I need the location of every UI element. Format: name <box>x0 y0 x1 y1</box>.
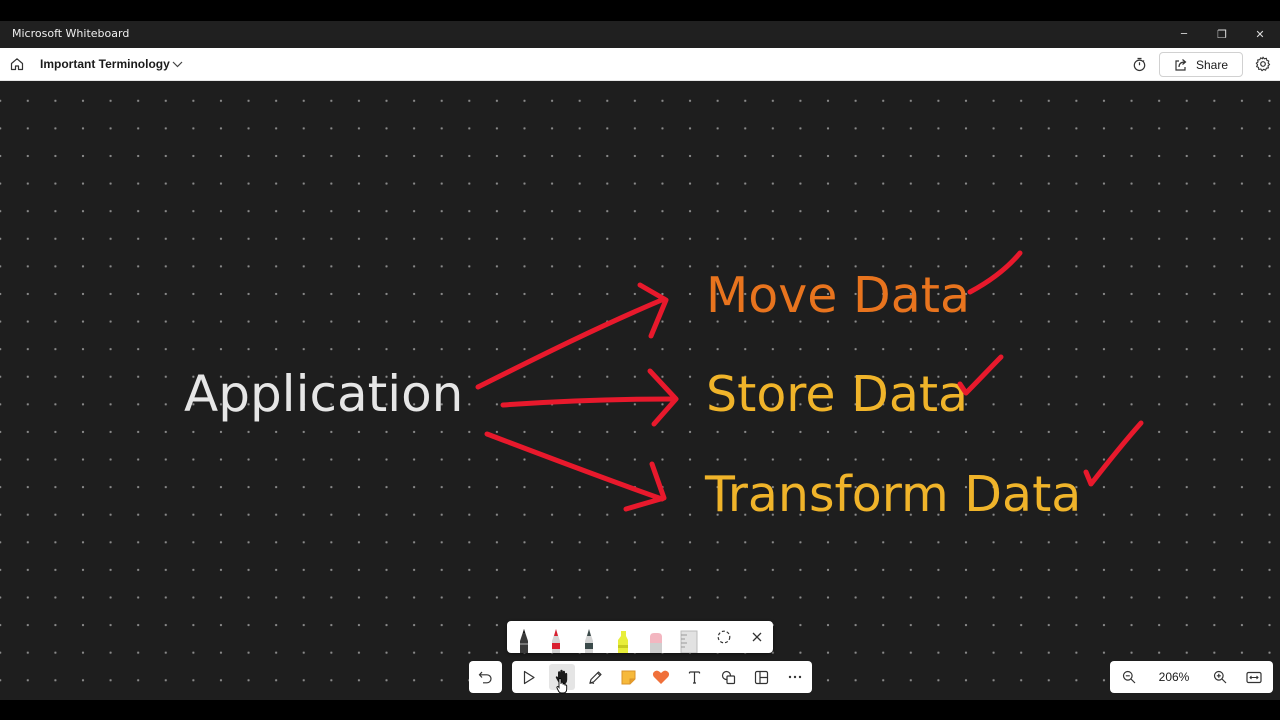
home-button[interactable] <box>6 53 28 75</box>
more-icon <box>788 675 802 679</box>
sticky-note-button[interactable] <box>615 664 641 690</box>
restore-button[interactable]: ❐ <box>1203 21 1241 48</box>
zoom-out-button[interactable] <box>1118 666 1140 688</box>
lasso-select-icon <box>717 630 731 644</box>
pen-tool-button[interactable] <box>582 664 608 690</box>
share-icon <box>1175 59 1187 71</box>
undo-icon <box>478 671 492 684</box>
mouse-cursor <box>556 678 568 694</box>
select-icon <box>523 670 535 684</box>
shapes-icon <box>721 670 735 684</box>
ruler[interactable] <box>678 623 700 653</box>
home-icon <box>10 58 24 71</box>
close-icon: ✕ <box>1255 28 1265 41</box>
select-tool-button[interactable] <box>516 664 542 690</box>
templates-button[interactable] <box>748 664 774 690</box>
undo-button[interactable] <box>469 661 502 693</box>
dark-gray-pen[interactable] <box>578 623 600 653</box>
gear-icon <box>1255 56 1271 72</box>
arrowhead-move <box>637 282 669 339</box>
reactions-button[interactable] <box>648 664 674 690</box>
pen-icon <box>588 670 602 684</box>
board-header: Important Terminology Share <box>0 48 1280 81</box>
share-button[interactable]: Share <box>1159 52 1243 77</box>
zoom-in-button[interactable] <box>1209 666 1231 688</box>
board-title-menu-button[interactable] <box>172 56 186 72</box>
text-icon <box>688 671 700 684</box>
checkmark-transform <box>1083 420 1144 487</box>
close-pen-tray-button[interactable] <box>747 627 767 647</box>
yellow-highlighter[interactable] <box>612 623 634 653</box>
minimize-icon: ─ <box>1180 29 1188 40</box>
minimize-button[interactable]: ─ <box>1165 21 1203 48</box>
restore-icon: ❐ <box>1217 28 1227 41</box>
board-title[interactable]: Important Terminology <box>40 57 170 71</box>
templates-icon <box>754 670 768 684</box>
arrow-to-store-data <box>500 396 675 408</box>
red-pen[interactable] <box>545 623 567 653</box>
lasso-select-button[interactable] <box>714 627 734 647</box>
settings-button[interactable] <box>1252 53 1274 75</box>
text-tool-button[interactable] <box>681 664 707 690</box>
timer-icon <box>1133 57 1145 71</box>
timer-button[interactable] <box>1128 53 1150 75</box>
close-window-button[interactable]: ✕ <box>1241 21 1279 48</box>
checkmark-move <box>967 250 1023 295</box>
share-label: Share <box>1195 57 1229 72</box>
chevron-down-icon <box>172 61 183 67</box>
black-pen[interactable] <box>513 623 535 653</box>
whiteboard-canvas[interactable]: Application Move Data Store Data Transfo… <box>0 81 1280 700</box>
fit-to-screen-icon <box>1246 671 1262 683</box>
ink-layer[interactable] <box>0 81 1280 700</box>
letterbox-bottom <box>0 700 1280 720</box>
shapes-tool-button[interactable] <box>715 664 741 690</box>
zoom-level[interactable]: 206% <box>1152 670 1196 684</box>
fit-to-screen-button[interactable] <box>1242 666 1266 688</box>
window-title-bar: Microsoft Whiteboard ─ ❐ ✕ <box>0 21 1280 48</box>
close-icon <box>752 632 762 642</box>
sticky-note-icon <box>621 670 635 684</box>
letterbox-top <box>0 0 1280 21</box>
zoom-out-icon <box>1122 670 1136 684</box>
arrow-to-move-data <box>475 296 667 390</box>
zoom-in-icon <box>1213 670 1227 684</box>
pen-tray <box>507 621 773 653</box>
arrow-to-transform-data <box>484 431 665 502</box>
checkmark-store <box>957 354 1004 396</box>
more-options-button[interactable] <box>782 664 808 690</box>
zoom-panel: 206% <box>1110 661 1273 693</box>
window-title: Microsoft Whiteboard <box>12 27 130 40</box>
pink-eraser[interactable] <box>645 623 667 653</box>
reactions-icon <box>652 670 670 684</box>
